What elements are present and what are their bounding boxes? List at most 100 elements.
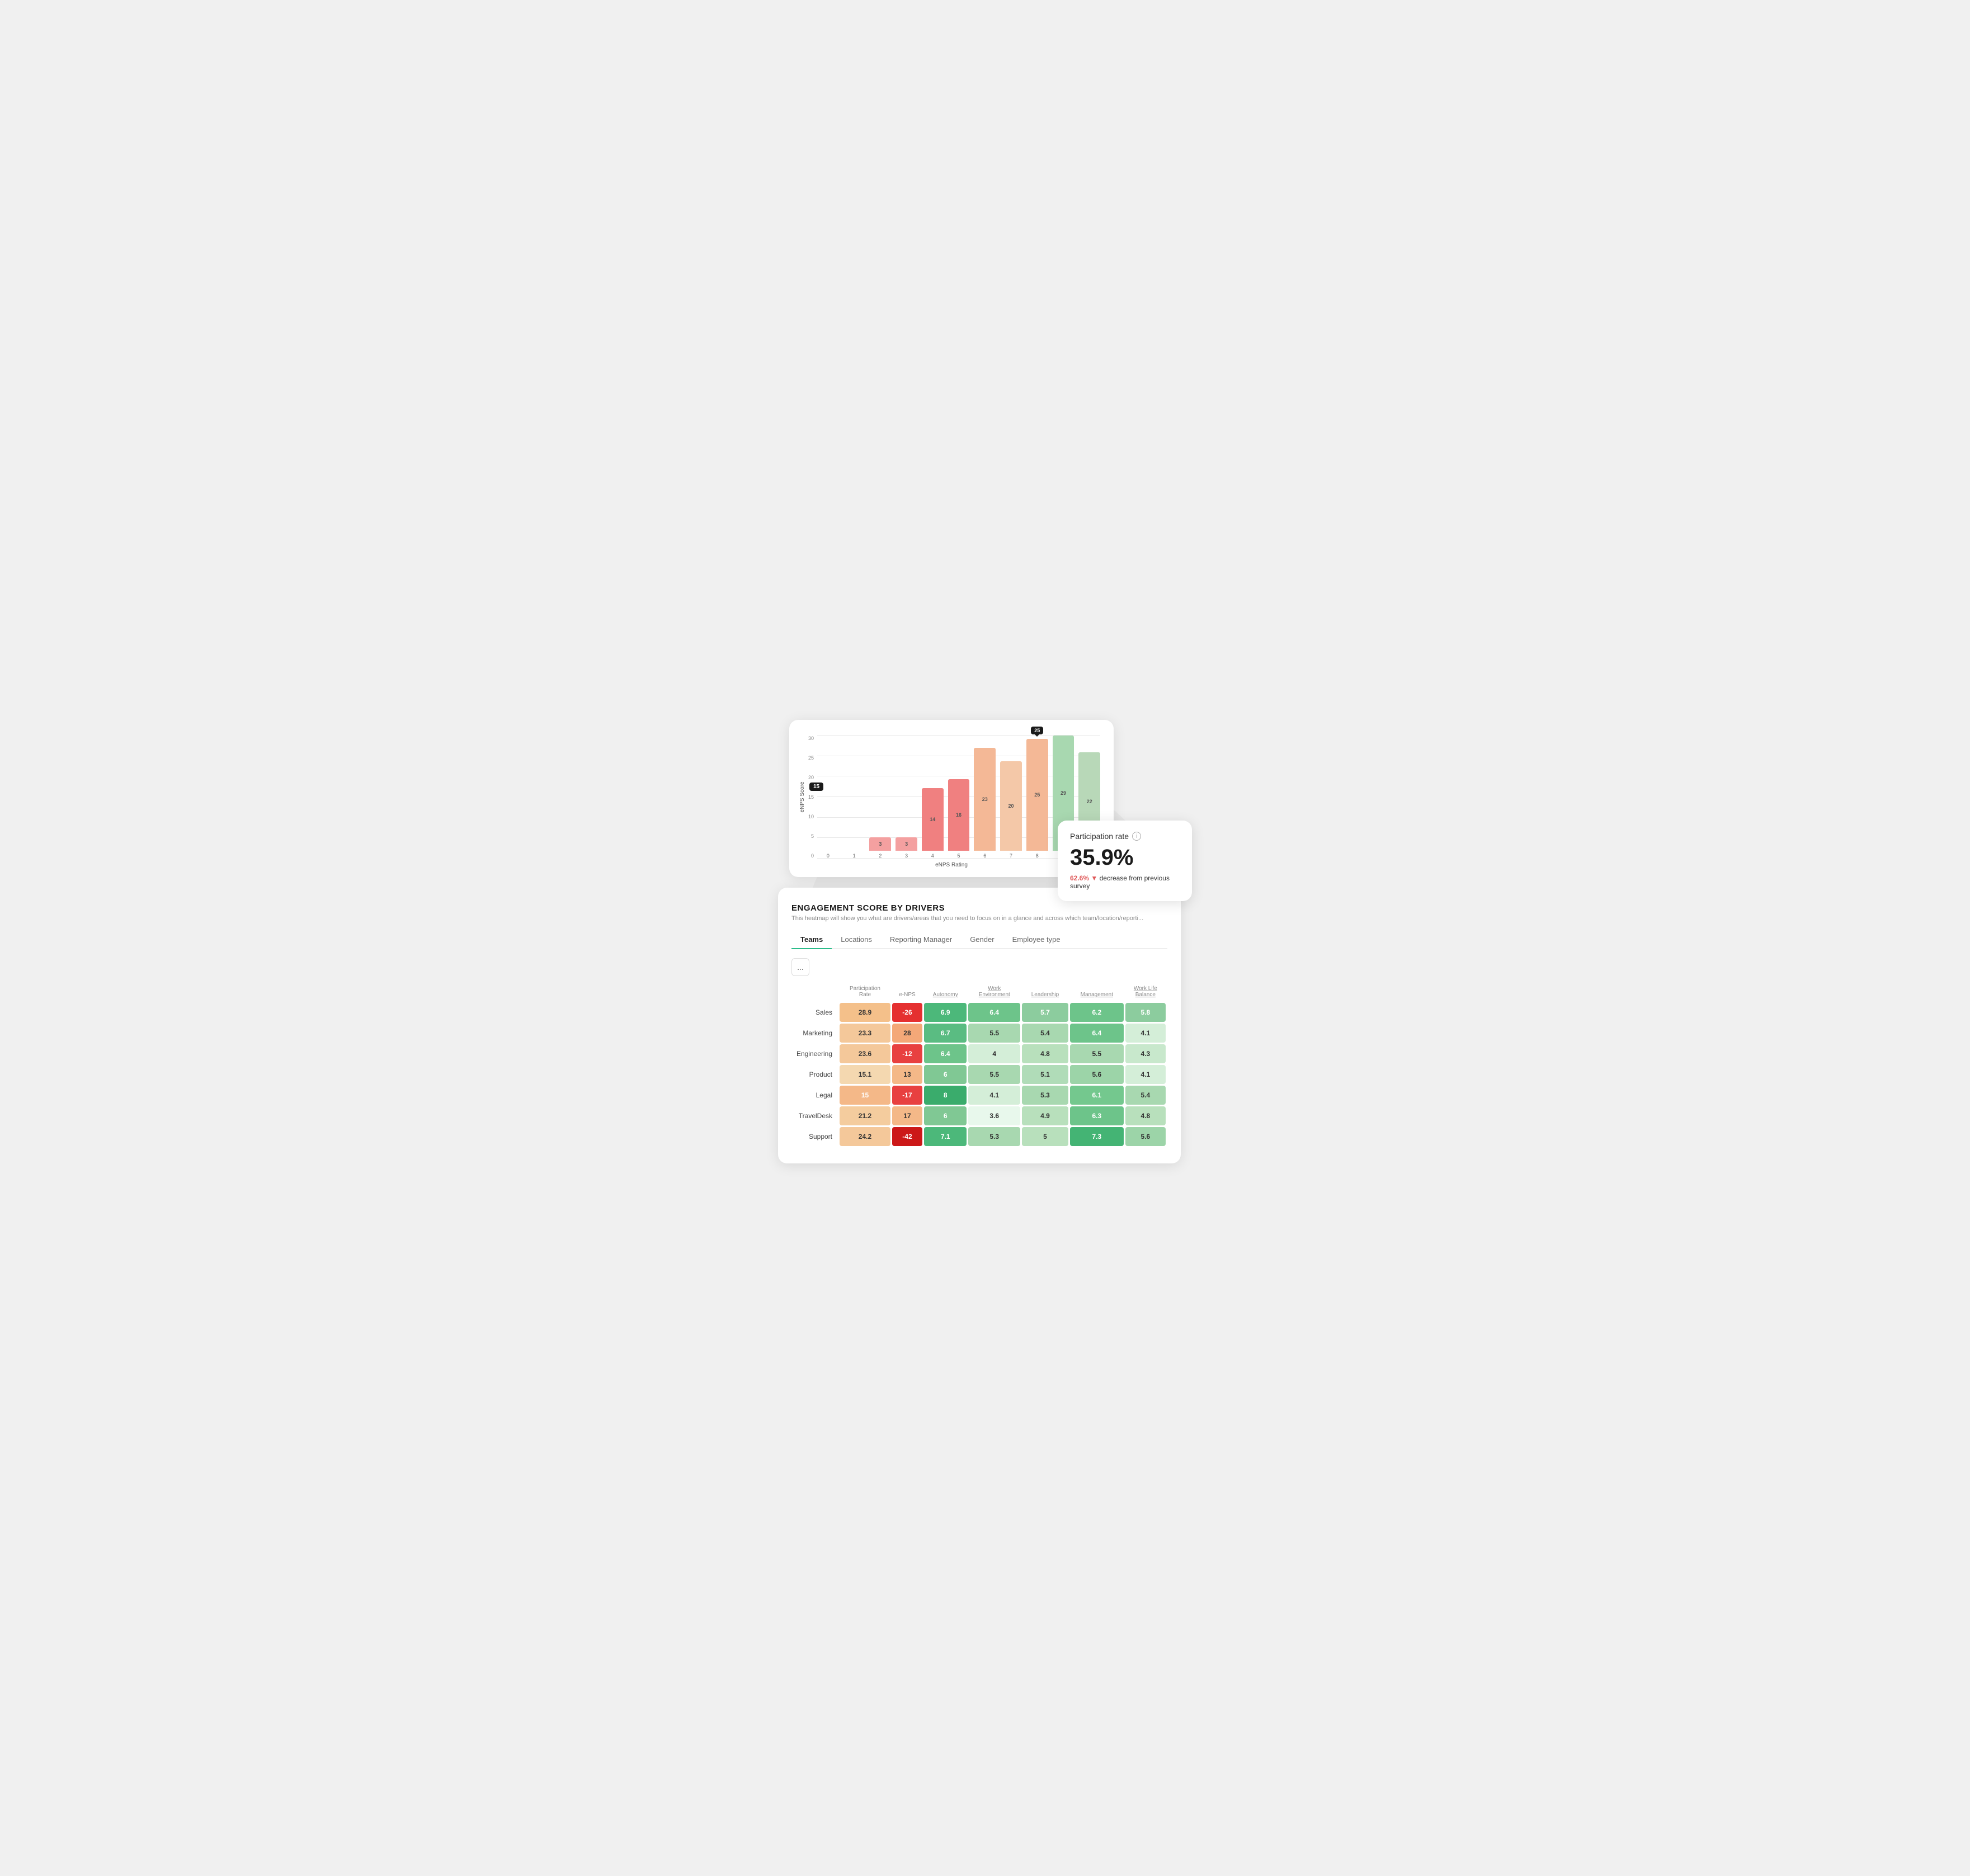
heatmap-card: ENGAGEMENT SCORE BY DRIVERS This heatmap… [778, 888, 1181, 1163]
bar-4: 14 [922, 788, 944, 851]
cell-r0-c0: 28.9 [840, 1003, 890, 1022]
cell-r4-c3: 4.1 [968, 1086, 1020, 1105]
score-badge: 15 [809, 783, 823, 791]
cell-r4-c2: 8 [924, 1086, 967, 1105]
bar-6: 23 [974, 748, 996, 851]
table-row: Legal15-1784.15.36.15.4 [793, 1086, 1166, 1105]
cell-r1-c4: 5.4 [1022, 1024, 1068, 1043]
cell-r5-c1: 17 [892, 1106, 922, 1125]
table-row: TravelDesk21.21763.64.96.34.8 [793, 1106, 1166, 1125]
participation-card: Participation rate i 35.9% 62.6% ▼ decre… [1058, 821, 1192, 901]
cell-r3-c2: 6 [924, 1065, 967, 1084]
more-options-button[interactable]: ... [791, 958, 809, 976]
bar-2: 3 [869, 837, 891, 851]
cell-r2-c4: 4.8 [1022, 1044, 1068, 1063]
table-row: Support24.2-427.15.357.35.6 [793, 1127, 1166, 1146]
col-header-3: WorkEnvironment [968, 982, 1020, 1001]
table-row: Product15.11365.55.15.64.1 [793, 1065, 1166, 1084]
cell-r1-c0: 23.3 [840, 1024, 890, 1043]
cell-r3-c1: 13 [892, 1065, 922, 1084]
cell-r5-c0: 21.2 [840, 1106, 890, 1125]
tab-teams[interactable]: Teams [791, 931, 832, 949]
bar-col-0: 0 [817, 736, 839, 859]
cell-r6-c3: 5.3 [968, 1127, 1020, 1146]
main-container: eNPS Score 0 5 10 15 20 25 30 [772, 709, 1198, 1167]
cell-r1-c6: 4.1 [1125, 1024, 1166, 1043]
row-label-marketing: Marketing [793, 1024, 838, 1043]
x-axis-label: eNPS Rating [803, 862, 1100, 868]
cell-r4-c1: -17 [892, 1086, 922, 1105]
cell-r4-c4: 5.3 [1022, 1086, 1068, 1105]
bar-col-6: 236 [974, 736, 996, 859]
cell-r1-c3: 5.5 [968, 1024, 1020, 1043]
cell-r2-c1: -12 [892, 1044, 922, 1063]
cell-r0-c6: 5.8 [1125, 1003, 1166, 1022]
bar-col-1: 1 [843, 736, 865, 859]
cell-r0-c2: 6.9 [924, 1003, 967, 1022]
row-label-sales: Sales [793, 1003, 838, 1022]
cell-r6-c5: 7.3 [1070, 1127, 1124, 1146]
bar-7: 20 [1000, 761, 1022, 851]
cell-r3-c6: 4.1 [1125, 1065, 1166, 1084]
heatmap-title: ENGAGEMENT SCORE BY DRIVERS [791, 903, 1167, 913]
cell-r6-c2: 7.1 [924, 1127, 967, 1146]
row-label-legal: Legal [793, 1086, 838, 1105]
cell-r2-c5: 5.5 [1070, 1044, 1124, 1063]
bar-x-label-0: 0 [827, 853, 830, 859]
cell-r6-c4: 5 [1022, 1127, 1068, 1146]
cell-r6-c6: 5.6 [1125, 1127, 1166, 1146]
cell-r1-c1: 28 [892, 1024, 922, 1043]
col-header-1: e-NPS [892, 982, 922, 1001]
bar-x-label-3: 3 [905, 853, 908, 859]
tab-locations[interactable]: Locations [832, 931, 881, 949]
cell-r3-c0: 15.1 [840, 1065, 890, 1084]
cell-r2-c3: 4 [968, 1044, 1020, 1063]
col-header-4: Leadership [1022, 982, 1068, 1001]
bar-x-label-6: 6 [983, 853, 986, 859]
cell-r0-c5: 6.2 [1070, 1003, 1124, 1022]
bar-x-label-1: 1 [853, 853, 856, 859]
bar-x-label-5: 5 [958, 853, 960, 859]
col-header-empty [793, 982, 838, 1001]
tab-gender[interactable]: Gender [961, 931, 1003, 949]
cell-r1-c2: 6.7 [924, 1024, 967, 1043]
cell-r2-c2: 6.4 [924, 1044, 967, 1063]
bar-x-label-2: 2 [879, 853, 882, 859]
table-row: Sales28.9-266.96.45.76.25.8 [793, 1003, 1166, 1022]
cell-r5-c3: 3.6 [968, 1106, 1020, 1125]
down-arrow-icon: ▼ [1091, 874, 1099, 882]
table-row: Marketing23.3286.75.55.46.44.1 [793, 1024, 1166, 1043]
bar-3: 3 [896, 837, 917, 851]
cell-r3-c4: 5.1 [1022, 1065, 1068, 1084]
row-label-support: Support [793, 1127, 838, 1146]
cell-r4-c0: 15 [840, 1086, 890, 1105]
cell-r0-c1: -26 [892, 1003, 922, 1022]
bar-x-label-7: 7 [1010, 853, 1012, 859]
bar-5: 16 [948, 779, 970, 851]
tab-reporting-manager[interactable]: Reporting Manager [881, 931, 961, 949]
heatmap-table: ParticipationRatee-NPSAutonomyWorkEnviro… [791, 981, 1167, 1148]
row-label-engineering: Engineering [793, 1044, 838, 1063]
table-row: Engineering23.6-126.444.85.54.3 [793, 1044, 1166, 1063]
cell-r3-c5: 5.6 [1070, 1065, 1124, 1084]
cell-r2-c6: 4.3 [1125, 1044, 1166, 1063]
bar-col-8: 25258 [1026, 736, 1048, 859]
info-icon[interactable]: i [1132, 832, 1141, 841]
participation-change: 62.6% ▼ decrease from previous survey [1070, 874, 1180, 890]
cell-r4-c6: 5.4 [1125, 1086, 1166, 1105]
tab-employee-type[interactable]: Employee type [1003, 931, 1069, 949]
cell-r1-c5: 6.4 [1070, 1024, 1124, 1043]
bar-col-7: 207 [1000, 736, 1022, 859]
cell-r0-c3: 6.4 [968, 1003, 1020, 1022]
bar-col-5: 165 [948, 736, 970, 859]
bar-col-2: 32 [869, 736, 891, 859]
col-header-2: Autonomy [924, 982, 967, 1001]
col-header-0: ParticipationRate [840, 982, 890, 1001]
chart-area: eNPS Score 0 5 10 15 20 25 30 [803, 736, 1100, 859]
cell-r4-c5: 6.1 [1070, 1086, 1124, 1105]
bar-x-label-8: 8 [1036, 853, 1039, 859]
participation-rate-value: 35.9% [1070, 845, 1180, 870]
col-header-6: Work LifeBalance [1125, 982, 1166, 1001]
bar-col-4: 144 [922, 736, 944, 859]
cell-r5-c2: 6 [924, 1106, 967, 1125]
